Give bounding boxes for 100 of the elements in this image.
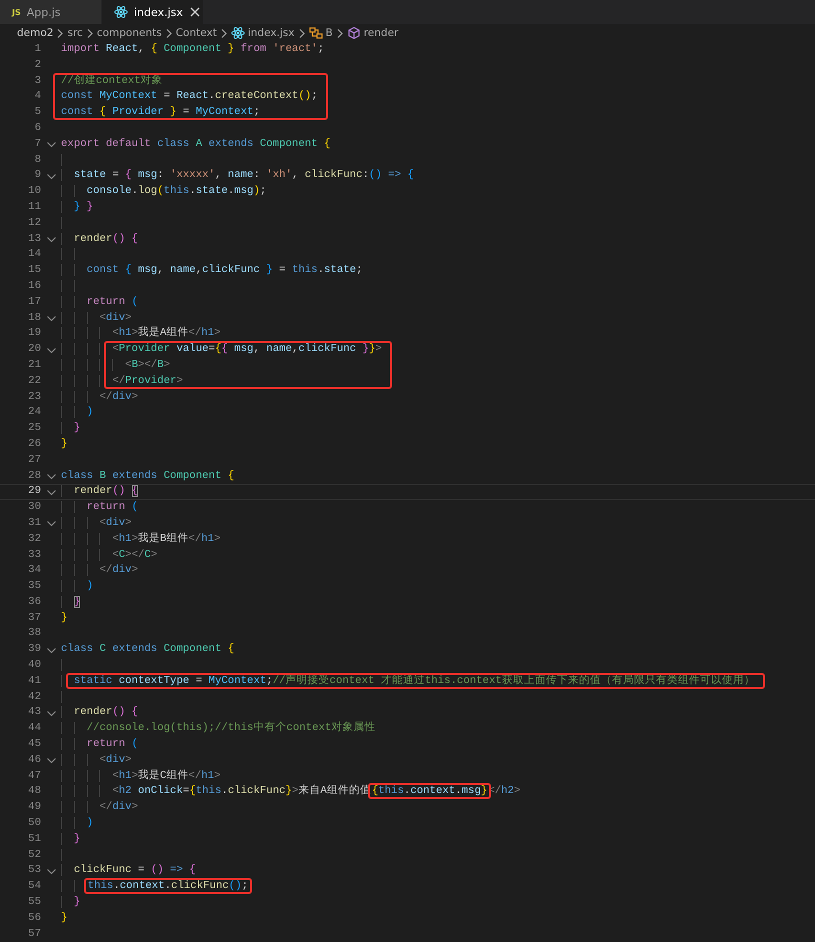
line-number: 41 (27, 674, 41, 689)
code-line: const { msg, name,clickFunc } = this.state; (61, 263, 363, 279)
code-line: ) (61, 816, 94, 832)
line-number: 50 (27, 816, 41, 832)
line-number: 51 (27, 832, 41, 847)
breadcrumb-item[interactable]: index.jsx (248, 27, 294, 39)
line-number: 11 (27, 200, 41, 215)
code-line: class B extends Component { (61, 468, 234, 484)
line-number: 3 (34, 74, 41, 89)
code-line: <h1>我是C组件</h1> (61, 768, 220, 784)
line-number: 2 (34, 58, 41, 73)
line-number: 13 (27, 232, 41, 247)
code-line: </div> (61, 390, 138, 406)
code-line: <h1>我是A组件</h1> (61, 326, 220, 342)
editor-tab[interactable]: JS App.js (0, 0, 102, 24)
line-number: 18 (27, 310, 41, 326)
code-line: export default class A extends Component { (61, 136, 330, 152)
breadcrumb-item[interactable]: components (96, 27, 162, 39)
atom-icon (114, 5, 128, 19)
line-number: 9 (34, 168, 41, 184)
code-line: } (61, 832, 80, 848)
breadcrumb-item[interactable]: demo2 (17, 27, 54, 39)
chevron-right-icon (56, 28, 64, 38)
line-number: 43 (27, 705, 41, 720)
line-number: 33 (27, 548, 41, 562)
line-number: 45 (27, 737, 41, 752)
line-number: 12 (27, 216, 41, 231)
code-line: } (61, 436, 68, 452)
line-number: 34 (27, 563, 41, 578)
code-line: render() { (61, 705, 138, 722)
line-number: 25 (27, 421, 41, 436)
cube-icon (346, 26, 361, 40)
line-number: 23 (27, 390, 41, 405)
code-line: import React, { Component } from 'react'; (61, 42, 324, 57)
line-number: 35 (27, 579, 41, 594)
code-line: <h1>我是B组件</h1> (61, 532, 220, 548)
code-line: render() { (61, 232, 138, 248)
line-number: 1 (34, 42, 41, 57)
code-line: <B></B> (61, 358, 170, 374)
line-number: 36 (27, 594, 41, 610)
line-number: 32 (27, 532, 41, 547)
code-line: state = { msg: 'xxxxx', name: 'xh', clickFunc:() => { (61, 168, 414, 184)
chevron-right-icon (220, 28, 228, 38)
line-number: 10 (27, 184, 41, 200)
line-number: 27 (27, 452, 41, 468)
line-number: 4 (34, 89, 41, 104)
code-line: <div> (61, 752, 132, 769)
code-line: <Provider value={{ msg, name,clickFunc }}> (61, 342, 382, 358)
code-line: <div> (61, 516, 132, 532)
code-line: <div> (61, 310, 132, 326)
line-number: 22 (27, 374, 41, 389)
line-number: 48 (27, 784, 41, 800)
line-number: 57 (27, 926, 41, 942)
line-number: 53 (27, 863, 41, 878)
code-line: this.context.clickFunc(); (61, 879, 250, 896)
line-number: 46 (27, 752, 41, 768)
line-number: 52 (27, 848, 41, 863)
line-number: 40 (27, 658, 41, 674)
line-number: 28 (27, 468, 41, 484)
line-number: 7 (34, 136, 41, 152)
line-number: 29 (27, 485, 41, 500)
code-line: class C extends Component { (61, 642, 234, 658)
breadcrumb-item[interactable]: B (326, 27, 333, 39)
line-number: 15 (27, 263, 41, 278)
line-number: 56 (27, 910, 41, 926)
code-line: return ( (61, 500, 138, 516)
line-number: 16 (27, 278, 41, 294)
code-line: } (61, 910, 68, 926)
line-number: 55 (27, 895, 41, 910)
code-line: <C></C> (61, 548, 158, 564)
breadcrumb-item[interactable]: src (67, 27, 83, 39)
code-line: } (61, 610, 68, 626)
code-line: </Provider> (61, 374, 183, 390)
code-line: </div> (61, 563, 138, 580)
close-icon[interactable] (188, 6, 201, 18)
line-number: 8 (34, 152, 41, 168)
line-number: 24 (27, 405, 41, 420)
line-number: 26 (27, 436, 41, 452)
line-number: 42 (27, 690, 41, 705)
chevron-right-icon (298, 28, 306, 38)
code-line: console.log(this.state.msg); (61, 184, 266, 200)
code-line: return ( (61, 737, 138, 753)
line-number: 47 (27, 768, 41, 784)
line-number: 14 (27, 247, 41, 262)
line-number: 44 (27, 721, 41, 736)
code-line: //console.log(this);//this中有个context对象属性 (61, 721, 376, 738)
breadcrumb-item[interactable]: render (364, 27, 398, 39)
editor-tab[interactable]: index.jsx (102, 0, 204, 24)
line-number: 37 (27, 610, 41, 626)
line-number: 39 (27, 642, 41, 658)
line-number: 31 (27, 516, 41, 531)
line-number: 38 (27, 626, 41, 642)
line-number: 5 (34, 105, 41, 120)
code-line: ) (61, 579, 94, 595)
line-number: 6 (34, 120, 41, 136)
breadcrumb-item[interactable]: Context (176, 27, 217, 39)
line-number: 21 (27, 358, 41, 373)
code-line: } } (61, 200, 94, 216)
code-line: } (61, 895, 80, 911)
line-number: 49 (27, 800, 41, 816)
